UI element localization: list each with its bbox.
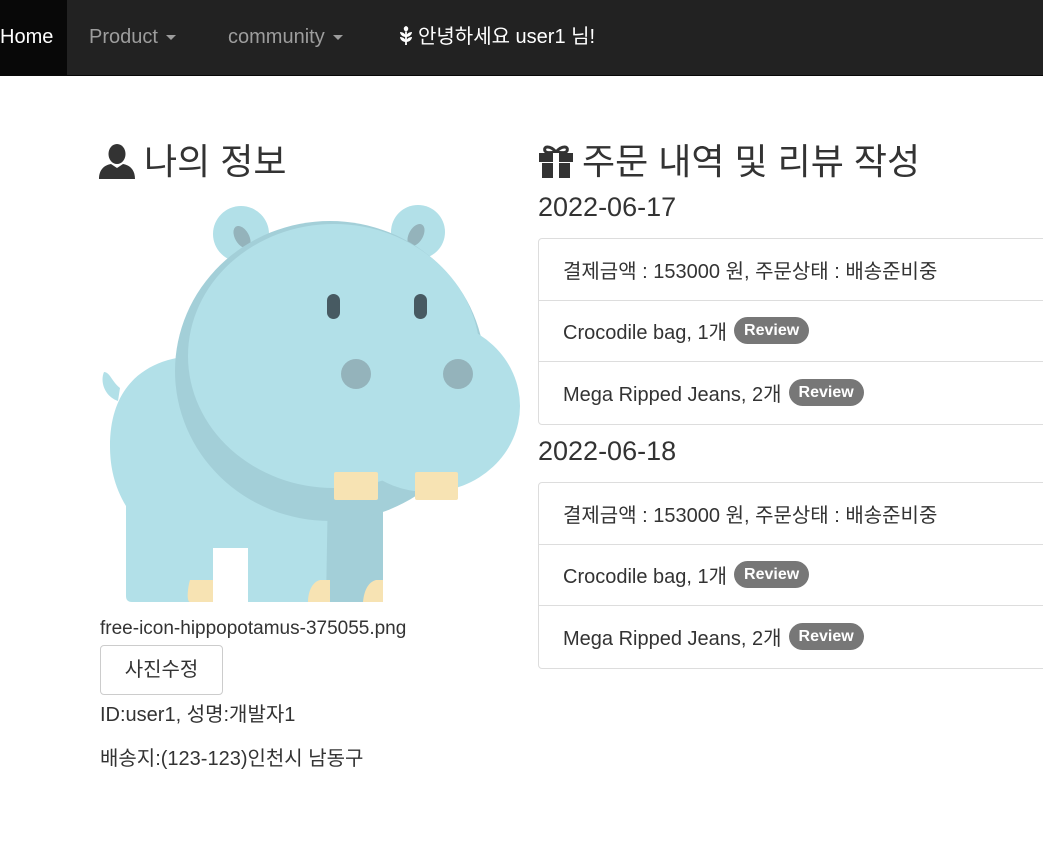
order-item: Crocodile bag, 1개 Review bbox=[539, 545, 1043, 606]
nav-greeting-link[interactable]: 안녕하세요 user1 님! bbox=[398, 0, 595, 75]
order-item: Mega Ripped Jeans, 2개 Review bbox=[539, 606, 1043, 668]
top-navbar: Home Product community 안녕하세요 user1 님! bbox=[0, 0, 1043, 76]
review-badge[interactable]: Review bbox=[734, 561, 810, 589]
review-badge[interactable]: Review bbox=[788, 379, 864, 407]
order-item-label: Crocodile bag, 1개 bbox=[563, 322, 728, 345]
review-badge[interactable]: Review bbox=[788, 623, 864, 651]
greeting-text: 안녕하세요 user1 님! bbox=[418, 26, 596, 48]
edit-photo-button[interactable]: 사진수정 bbox=[100, 645, 223, 695]
leaf-icon bbox=[400, 26, 412, 45]
nav-home-link[interactable]: Home bbox=[0, 0, 67, 75]
order-item-label: Mega Ripped Jeans, 2개 bbox=[563, 628, 782, 651]
hippo-profile-image bbox=[102, 205, 520, 602]
orders-heading: 주문 내역 및 리뷰 작성 bbox=[538, 133, 920, 185]
order-item-label: Crocodile bag, 1개 bbox=[563, 566, 728, 589]
review-badge[interactable]: Review bbox=[734, 317, 810, 345]
user-id-name: ID:user1, 성명:개발자1 bbox=[100, 704, 296, 726]
caret-down-icon bbox=[165, 35, 176, 41]
photo-filename: free-icon-hippopotamus-375055.png bbox=[100, 618, 407, 639]
order-date: 2022-06-18 bbox=[538, 436, 677, 466]
shipping-address: 배송지:(123-123)인천시 남동구 bbox=[100, 748, 364, 770]
order-date: 2022-06-17 bbox=[538, 192, 677, 222]
profile-heading-text: 나의 정보 bbox=[144, 141, 287, 182]
gift-icon bbox=[539, 145, 573, 178]
order-item: Crocodile bag, 1개 Review bbox=[539, 301, 1043, 362]
nav-community-label: community bbox=[228, 26, 325, 48]
order-list: 결제금액 : 153000 원, 주문상태 : 배송준비중 Crocodile … bbox=[538, 238, 1043, 425]
order-summary: 결제금액 : 153000 원, 주문상태 : 배송준비중 bbox=[539, 239, 1043, 301]
order-item: Mega Ripped Jeans, 2개 Review bbox=[539, 362, 1043, 424]
nav-community-dropdown[interactable]: community bbox=[228, 0, 343, 75]
caret-down-icon bbox=[332, 35, 343, 41]
profile-heading: 나의 정보 bbox=[98, 133, 286, 185]
order-summary-text: 결제금액 : 153000 원, 주문상태 : 배송준비중 bbox=[563, 260, 938, 283]
user-icon bbox=[99, 144, 135, 179]
nav-product-dropdown[interactable]: Product bbox=[89, 0, 176, 75]
order-summary: 결제금액 : 153000 원, 주문상태 : 배송준비중 bbox=[539, 483, 1043, 545]
order-item-label: Mega Ripped Jeans, 2개 bbox=[563, 384, 782, 407]
nav-product-label: Product bbox=[89, 26, 158, 48]
order-list: 결제금액 : 153000 원, 주문상태 : 배송준비중 Crocodile … bbox=[538, 482, 1043, 669]
orders-heading-text: 주문 내역 및 리뷰 작성 bbox=[582, 141, 921, 182]
order-summary-text: 결제금액 : 153000 원, 주문상태 : 배송준비중 bbox=[563, 504, 938, 527]
